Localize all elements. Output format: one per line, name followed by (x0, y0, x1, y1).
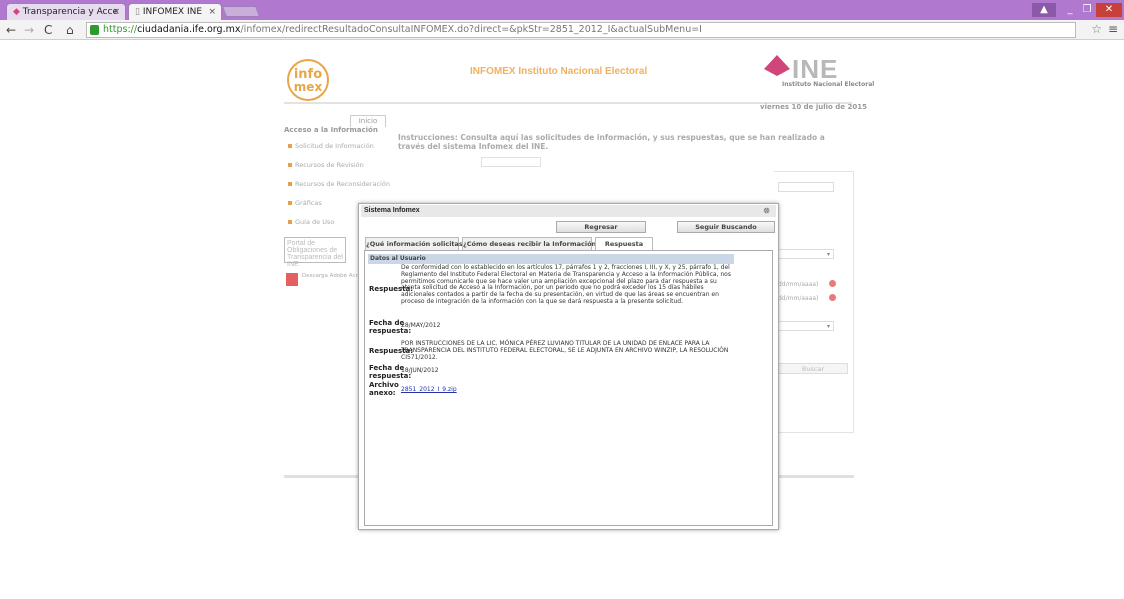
infomex-dialog: Sistema Infomex ⊗ Regresar Seguir Buscan… (358, 203, 779, 530)
address-bar[interactable]: https://ciudadania.ife.org.mx/infomex/re… (86, 22, 1076, 38)
fecha-label: Fecha de (369, 319, 405, 327)
reload-icon[interactable]: C (44, 22, 52, 38)
tab-title: Transparencia y Acce (22, 7, 118, 17)
fecha-respuesta-2: 18/JUN/2012 (401, 367, 439, 374)
close-window-button[interactable]: ✕ (1096, 3, 1122, 17)
browser-titlebar: ◆ Transparencia y Acce × ▯ INFOMEX INE ×… (0, 0, 1124, 20)
sidebar-item-reconsideracion[interactable]: Recursos de Reconsideración (284, 180, 396, 188)
page-title: INFOMEX Instituto Nacional Electoral (470, 66, 648, 77)
tab-infomex[interactable]: ▯ INFOMEX INE × (128, 3, 222, 20)
sidebar-title: Acceso a la Información (284, 126, 378, 134)
sidebar-item-revision[interactable]: Recursos de Revisión (284, 161, 396, 169)
calendar-icon[interactable] (829, 280, 836, 287)
url-host: ciudadania.ife.org.mx (137, 24, 241, 35)
ine-logo-icon (764, 55, 790, 69)
date-format-2: dd/mm/aaaa) (778, 295, 819, 302)
tab-que-informacion[interactable]: ¿Qué información solicitaste? (365, 237, 474, 250)
user-icon[interactable]: ▲ (1032, 3, 1056, 17)
page-content: info mex INFOMEX Instituto Nacional Elec… (0, 41, 1124, 599)
portal-obligaciones-link[interactable]: Portal de Obligaciones de Transparencia … (284, 237, 346, 268)
respuesta-text-1: De conformidad con lo establecido en los… (401, 264, 731, 305)
tab-como-recibir[interactable]: ¿Cómo deseas recibir la Información? (462, 237, 600, 250)
ine-favicon-icon: ◆ (13, 7, 20, 17)
seguir-buscando-button[interactable]: Seguir Buscando (677, 221, 775, 233)
current-date: viernes 10 de julio de 2015 (760, 103, 867, 111)
archivo-anexo-link[interactable]: 2851_2012_I_9.zip (401, 386, 457, 394)
ine-brand-sub: Instituto Nacional Electoral (782, 81, 875, 88)
lock-icon (90, 25, 99, 35)
home-icon[interactable]: ⌂ (66, 22, 74, 38)
buscar-button[interactable]: Buscar (778, 363, 848, 374)
archivo-label: anexo: (369, 389, 396, 397)
respuesta-panel: Datos al Usuario Respuesta: De conformid… (364, 250, 773, 526)
regresar-button[interactable]: Regresar (556, 221, 646, 233)
url-path: /infomex/redirectResultadoConsultaINFOME… (240, 24, 702, 35)
background-tab (481, 157, 541, 167)
tab-title: INFOMEX INE (142, 7, 203, 17)
ine-logo-icon-lower (764, 69, 790, 76)
infomex-logo: info mex (287, 59, 329, 101)
background-input[interactable] (778, 182, 834, 192)
date-format-1: dd/mm/aaaa) (778, 281, 819, 288)
fecha-respuesta-1: 28/MAY/2012 (401, 322, 441, 329)
calendar-icon[interactable] (829, 294, 836, 301)
tab-transparencia[interactable]: ◆ Transparencia y Acce × (6, 3, 126, 20)
close-tab-icon[interactable]: × (208, 7, 216, 17)
dialog-titlebar: Sistema Infomex ⊗ (361, 205, 776, 217)
close-tab-icon[interactable]: × (112, 7, 120, 17)
form-panel (774, 171, 854, 433)
tab-respuesta[interactable]: Respuesta (595, 237, 653, 251)
back-icon[interactable]: ← (6, 22, 16, 38)
archivo-label: Archivo (369, 381, 399, 389)
bookmark-star-icon[interactable]: ☆ (1091, 22, 1102, 36)
sidebar-item-solicitud[interactable]: Solicitud de Información (284, 142, 396, 150)
forward-icon[interactable]: → (24, 22, 34, 38)
instructions-text: Instrucciones: Consulta aquí las solicit… (398, 133, 825, 151)
background-select-2[interactable]: ▾ (778, 321, 834, 331)
logo-line2: mex (293, 80, 323, 94)
page-icon: ▯ (135, 7, 140, 17)
respuesta-text-2: POR INSTRUCCIONES DE LA LIC. MÓNICA PÉRE… (401, 340, 729, 361)
close-icon[interactable]: ⊗ (763, 205, 770, 217)
section-header: Datos al Usuario (368, 254, 734, 264)
menu-icon[interactable]: ≡ (1108, 22, 1118, 36)
url-scheme: https:// (103, 24, 138, 35)
dialog-title: Sistema Infomex (364, 207, 420, 214)
new-tab-button[interactable] (221, 6, 261, 17)
browser-toolbar: ← → C ⌂ https://ciudadania.ife.org.mx/in… (0, 20, 1124, 40)
background-select-1[interactable]: ▾ (778, 249, 834, 259)
fecha-label: Fecha de (369, 364, 405, 372)
